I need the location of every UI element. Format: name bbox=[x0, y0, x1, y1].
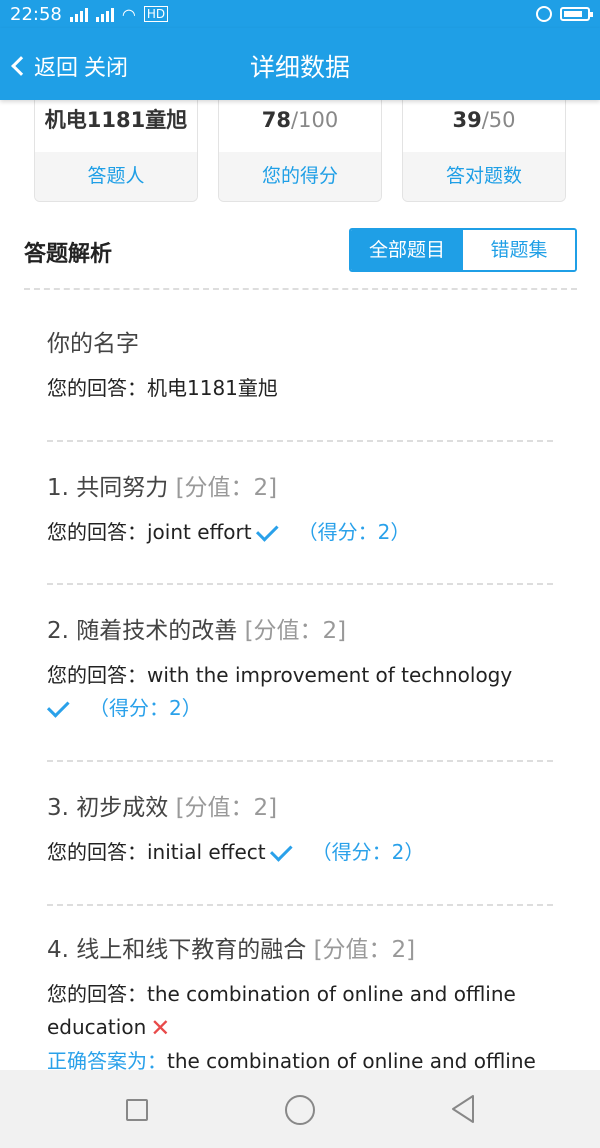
page-title: 详细数据 bbox=[249, 53, 350, 82]
check-icon bbox=[269, 838, 293, 862]
card-value: 机电1181童旭 bbox=[44, 108, 188, 132]
question-answer: 您的回答：joint effort （得分：2） bbox=[47, 518, 411, 544]
card-value: 78/100 bbox=[261, 108, 339, 132]
summary-cards: 机电1181童旭 答题人 78/100 您的得分 39/50 答对题数 bbox=[0, 100, 600, 204]
home-icon[interactable] bbox=[285, 1095, 315, 1125]
back-triangle-icon[interactable] bbox=[449, 1094, 477, 1124]
question-answer: 您的回答：initial effect （得分：2） bbox=[47, 838, 425, 864]
check-icon bbox=[47, 694, 70, 718]
question-answer: 您的回答：with the improvement of technology （… bbox=[47, 663, 513, 720]
list-item: 3. 初步成效 [分值：2] 您的回答：initial effect （得分：2） bbox=[47, 762, 553, 906]
wifi-icon: ◠ bbox=[121, 4, 136, 24]
card-label: 答对题数 bbox=[403, 152, 565, 201]
wrong-x-icon: ✕ bbox=[150, 1014, 171, 1042]
correct-answer: 正确答案为：the combination of online and offl… bbox=[47, 1049, 536, 1070]
question-title: 4. 线上和线下教育的融合 [分值：2] bbox=[47, 937, 416, 963]
nav-bar: 返回 关闭 详细数据 bbox=[0, 28, 600, 100]
rotation-lock-icon bbox=[536, 6, 552, 22]
check-icon bbox=[255, 518, 279, 542]
section-title: 答题解析 bbox=[24, 242, 113, 267]
divider bbox=[24, 288, 577, 290]
card-correct-count: 39/50 答对题数 bbox=[402, 100, 566, 202]
question-title: 1. 共同努力 [分值：2] bbox=[47, 475, 278, 501]
question-title: 你的名字 bbox=[47, 331, 139, 357]
system-nav-bar bbox=[0, 1070, 600, 1148]
status-bar: 22:58 ◠ HD bbox=[0, 0, 600, 28]
question-answer: 您的回答：机电1181童旭 bbox=[47, 376, 278, 400]
signal-icon bbox=[69, 6, 88, 22]
list-item: 1. 共同努力 [分值：2] 您的回答：joint effort （得分：2） bbox=[47, 442, 553, 585]
card-label: 答题人 bbox=[35, 152, 197, 201]
battery-icon bbox=[560, 7, 593, 21]
card-score: 78/100 您的得分 bbox=[218, 100, 382, 202]
recent-apps-icon[interactable] bbox=[126, 1099, 148, 1121]
question-list[interactable]: 你的名字 您的回答：机电1181童旭 1. 共同努力 [分值：2] 您的回答：j… bbox=[47, 300, 553, 1070]
status-time: 22:58 bbox=[10, 3, 62, 25]
list-item: 4. 线上和线下教育的融合 [分值：2] 您的回答：the combinatio… bbox=[47, 906, 553, 1070]
signal-icon bbox=[95, 6, 114, 22]
card-label: 您的得分 bbox=[219, 152, 381, 201]
list-item: 你的名字 您的回答：机电1181童旭 bbox=[47, 300, 553, 442]
card-value: 39/50 bbox=[452, 108, 516, 132]
list-item: 2. 随着技术的改善 [分值：2] 您的回答：with the improvem… bbox=[47, 585, 553, 762]
question-title: 2. 随着技术的改善 [分值：2] bbox=[47, 618, 347, 644]
card-respondent: 机电1181童旭 答题人 bbox=[34, 100, 198, 202]
question-title: 3. 初步成效 [分值：2] bbox=[47, 795, 278, 821]
question-filter-tabs: 全部题目 错题集 bbox=[349, 228, 577, 272]
network-badge: HD bbox=[143, 6, 169, 22]
tab-wrong-questions[interactable]: 错题集 bbox=[463, 230, 575, 270]
tab-all-questions[interactable]: 全部题目 bbox=[351, 230, 463, 270]
question-answer: 您的回答：the combination of online and offli… bbox=[47, 978, 553, 1045]
